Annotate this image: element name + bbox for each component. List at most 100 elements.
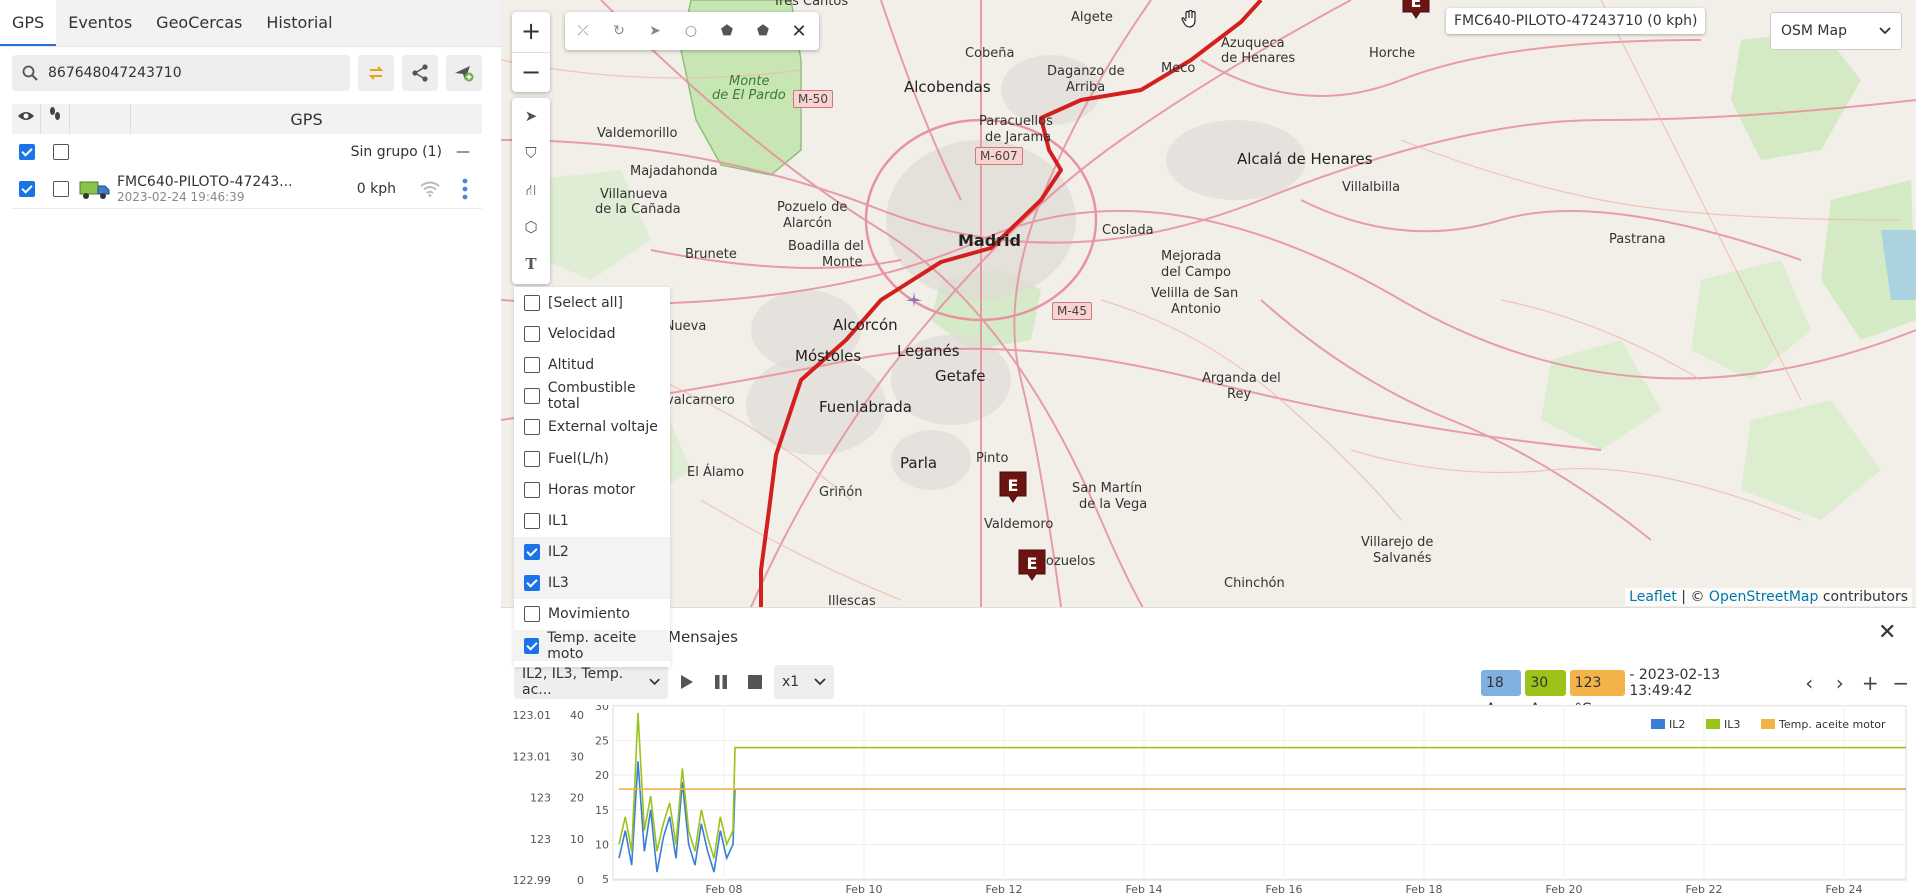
place-label: Coslada xyxy=(1102,223,1154,238)
attribution-rest: contributors xyxy=(1818,589,1908,605)
sensor-option[interactable]: [Select all] xyxy=(514,287,670,318)
tab-geocercas[interactable]: GeoCercas xyxy=(144,0,254,46)
sensor-checkbox[interactable] xyxy=(524,388,540,405)
route-marker[interactable]: E xyxy=(1401,0,1431,20)
close-icon[interactable]: ✕ xyxy=(781,21,817,42)
sensor-checkbox[interactable] xyxy=(524,544,540,561)
visibility-column[interactable] xyxy=(12,104,41,134)
zoom-out-chart-button[interactable]: − xyxy=(1886,669,1916,697)
tab-gps[interactable]: GPS xyxy=(0,0,57,46)
device-speed: 0 kph xyxy=(356,181,396,197)
pause-button[interactable] xyxy=(706,665,736,699)
sensor-checkbox[interactable] xyxy=(524,325,540,342)
group-label: Sin grupo (1) xyxy=(350,144,442,160)
sensor-label: IL2 xyxy=(548,544,569,561)
sensor-checkbox[interactable] xyxy=(524,294,540,311)
place-label: Mejorada xyxy=(1161,249,1222,264)
edit-line-icon[interactable]: ⤫ xyxy=(565,23,601,39)
playback-toolbar: IL2, IL3, Temp. ac... x1 xyxy=(514,665,834,699)
direction-icon[interactable]: ➤ xyxy=(637,23,673,39)
chart-legend-swatch xyxy=(1651,719,1665,729)
tab-historial[interactable]: Historial xyxy=(254,0,344,46)
speed-select[interactable]: x1 xyxy=(774,665,834,699)
group-collapse-button[interactable]: — xyxy=(456,144,470,160)
search-box xyxy=(12,55,350,91)
zoom-in-chart-button[interactable]: + xyxy=(1855,669,1885,697)
messages-tab[interactable]: Mensajes xyxy=(668,628,738,646)
chart-y-tick: 25 xyxy=(595,735,609,748)
place-label: Villalbilla xyxy=(1342,180,1401,195)
place-label: Madrid xyxy=(958,231,1021,250)
stop-button[interactable] xyxy=(740,665,770,699)
sensor-option[interactable]: Movimiento xyxy=(514,599,670,630)
sensor-checkbox[interactable] xyxy=(524,512,540,529)
shield-icon[interactable]: ⛉ xyxy=(512,135,550,172)
osm-link[interactable]: OpenStreetMap xyxy=(1709,589,1818,605)
rotate-icon[interactable]: ↻ xyxy=(601,23,637,39)
chart-y-tick: 0 xyxy=(577,874,584,887)
chart-y-tick: 5 xyxy=(602,873,609,886)
sensor-checkbox[interactable] xyxy=(524,606,540,623)
tab-eventos[interactable]: Eventos xyxy=(56,0,144,46)
sensor-checkbox[interactable] xyxy=(524,419,540,436)
kebab-menu-icon[interactable] xyxy=(462,177,468,201)
map-layer-value: OSM Map xyxy=(1781,23,1847,39)
chart-y-tick: 123 xyxy=(530,792,551,805)
search-input[interactable] xyxy=(46,64,340,82)
place-label: Illescas xyxy=(828,594,876,607)
chart-y-tick: 10 xyxy=(570,833,584,846)
sensor-option[interactable]: Fuel(L/h) xyxy=(514,443,670,474)
p-icon[interactable]: ⬟ xyxy=(709,23,745,39)
circle-icon[interactable]: ○ xyxy=(673,23,709,39)
polygon-icon[interactable]: ⬡ xyxy=(512,209,550,246)
device-track-checkbox[interactable] xyxy=(53,181,69,197)
device-visible-checkbox[interactable] xyxy=(19,181,35,197)
sensor-option[interactable]: IL2 xyxy=(514,536,670,568)
sensor-option[interactable]: IL3 xyxy=(514,567,670,599)
play-button[interactable] xyxy=(672,665,702,699)
route-marker[interactable]: E xyxy=(1017,548,1047,582)
place-label: Alcobendas xyxy=(904,78,991,96)
device-row[interactable]: FMC640-PILOTO-47243... 2023-02-24 19:46:… xyxy=(12,170,482,209)
chart-y-tick: 122.99 xyxy=(513,874,552,887)
road-icon[interactable]: ⛙ xyxy=(512,172,550,209)
zoom-in-button[interactable]: + xyxy=(512,12,550,53)
sensor-option[interactable]: Horas motor xyxy=(514,474,670,505)
sensor-checkbox[interactable] xyxy=(524,637,540,654)
share-button[interactable] xyxy=(402,55,438,91)
group-track-checkbox[interactable] xyxy=(53,144,69,160)
device-info: FMC640-PILOTO-47243... 2023-02-24 19:46:… xyxy=(117,174,292,204)
footprints-column[interactable] xyxy=(41,104,70,134)
route-marker[interactable]: E xyxy=(998,470,1028,504)
prev-button[interactable]: ‹ xyxy=(1794,669,1824,697)
map-view[interactable]: Tres Cantos Algete Cobeña Daganzo de Arr… xyxy=(501,0,1916,607)
add-device-button[interactable] xyxy=(446,55,482,91)
send-add-icon xyxy=(455,66,474,82)
leaflet-link[interactable]: Leaflet xyxy=(1629,589,1677,605)
empty-column xyxy=(70,104,131,134)
draw-toolbar: ⤫ ↻ ➤ ○ ⬟ ⬟ ✕ xyxy=(565,12,819,50)
sensor-select[interactable]: IL2, IL3, Temp. ac... xyxy=(514,665,668,699)
text-icon[interactable]: T xyxy=(512,246,550,283)
refresh-button[interactable] xyxy=(358,55,394,91)
sensor-chart[interactable]: 30 25 20 15 10 5 123.01 123.01 123 123 122.99 40 30 2… xyxy=(501,705,1916,895)
marker-e-icon: E xyxy=(999,471,1027,503)
sensor-option[interactable]: Altitud xyxy=(514,349,670,380)
group-visible-checkbox[interactable] xyxy=(19,144,35,160)
next-button[interactable]: › xyxy=(1825,669,1855,697)
sensor-checkbox[interactable] xyxy=(524,575,540,592)
sensor-option[interactable]: IL1 xyxy=(514,505,670,536)
sensor-option[interactable]: Temp. aceite moto xyxy=(514,630,670,662)
navigate-icon[interactable]: ➤ xyxy=(512,98,550,135)
sensor-option[interactable]: Combustible total xyxy=(514,380,670,412)
zoom-out-button[interactable]: − xyxy=(512,53,550,93)
e-icon[interactable]: ⬟ xyxy=(745,23,781,39)
sensor-option[interactable]: Velocidad xyxy=(514,318,670,349)
sensor-checkbox[interactable] xyxy=(524,481,540,498)
close-panel-button[interactable]: ✕ xyxy=(1878,620,1896,645)
marker-letter: E xyxy=(1411,0,1422,11)
sensor-checkbox[interactable] xyxy=(524,356,540,373)
sensor-checkbox[interactable] xyxy=(524,450,540,467)
map-layer-select[interactable]: OSM Map xyxy=(1770,12,1902,50)
sensor-option[interactable]: External voltaje xyxy=(514,412,670,443)
